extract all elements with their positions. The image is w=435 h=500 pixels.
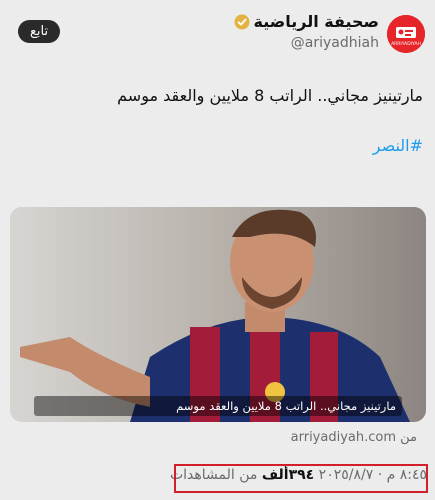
logo-caption: ARRIYADIYAH <box>391 41 421 47</box>
display-name-row[interactable]: صحيفة الرياضية <box>234 12 379 31</box>
tweet-page: ARRIYADIYAH صحيفة الرياضية @ariyadhiah ت… <box>0 0 435 500</box>
timestamp-highlight-box <box>174 464 428 493</box>
hashtag-link[interactable]: #النصر <box>373 136 423 155</box>
media-card[interactable]: مارتينيز مجاني.. الراتب 8 ملايين والعقد … <box>10 207 426 422</box>
follow-button[interactable]: تابع <box>18 20 61 43</box>
tweet-text: مارتينيز مجاني.. الراتب 8 ملايين والعقد … <box>117 86 423 105</box>
link-source[interactable]: من arriyadiyah.com <box>291 430 417 445</box>
account-handle[interactable]: @ariyadhiah <box>234 35 379 51</box>
card-caption: مارتينيز مجاني.. الراتب 8 ملايين والعقد … <box>34 396 402 416</box>
source-domain[interactable]: arriyadiyah.com <box>291 430 396 445</box>
tweet-header: ARRIYADIYAH صحيفة الرياضية @ariyadhiah ت… <box>0 10 435 60</box>
account-info[interactable]: صحيفة الرياضية @ariyadhiah <box>234 12 379 51</box>
display-name[interactable]: صحيفة الرياضية <box>254 12 379 31</box>
avatar[interactable]: ARRIYADIYAH <box>387 15 425 53</box>
source-prefix: من <box>400 430 417 445</box>
verified-badge-icon <box>234 14 250 29</box>
brand-logo-icon: ARRIYADIYAH <box>387 15 425 53</box>
player-photo[interactable] <box>10 207 426 422</box>
